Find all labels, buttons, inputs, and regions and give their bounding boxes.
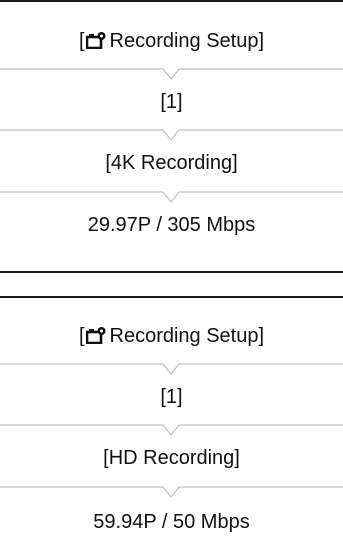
menu-step-recording-setup: [ Recording Setup]: [0, 28, 343, 56]
menu-step-4k-recording: [4K Recording]: [105, 152, 238, 174]
menu-path-block-1: [ Recording Setup] [1] [4K Recording] 29.…: [0, 0, 343, 278]
menu-step-label: Recording Setup]: [109, 30, 265, 52]
menu-step-1: [1]: [160, 91, 183, 113]
menu-step-recording-setup: [ Recording Setup]: [0, 323, 343, 351]
camera-settings-icon: [85, 30, 106, 56]
menu-step-label: Recording Setup]: [109, 325, 265, 347]
bracket-open: [: [78, 30, 85, 52]
arrow-separator: [0, 486, 343, 498]
menu-step-hd-recording: [HD Recording]: [103, 447, 240, 469]
camera-settings-icon: [85, 325, 106, 351]
menu-step-frame-rate-value: 29.97P / 305 Mbps: [87, 214, 256, 236]
middle-rule-1: [0, 271, 343, 273]
menu-path-block-2: [ Recording Setup] [1] [HD Recording] 59.…: [0, 298, 343, 557]
arrow-separator: [0, 424, 343, 436]
arrow-separator: [0, 363, 343, 375]
menu-step-frame-rate-value: 59.94P / 50 Mbps: [93, 511, 250, 533]
arrow-separator: [0, 191, 343, 203]
bracket-open: [: [78, 325, 85, 347]
arrow-separator: [0, 129, 343, 141]
arrow-separator: [0, 68, 343, 80]
menu-step-1: [1]: [160, 386, 183, 408]
